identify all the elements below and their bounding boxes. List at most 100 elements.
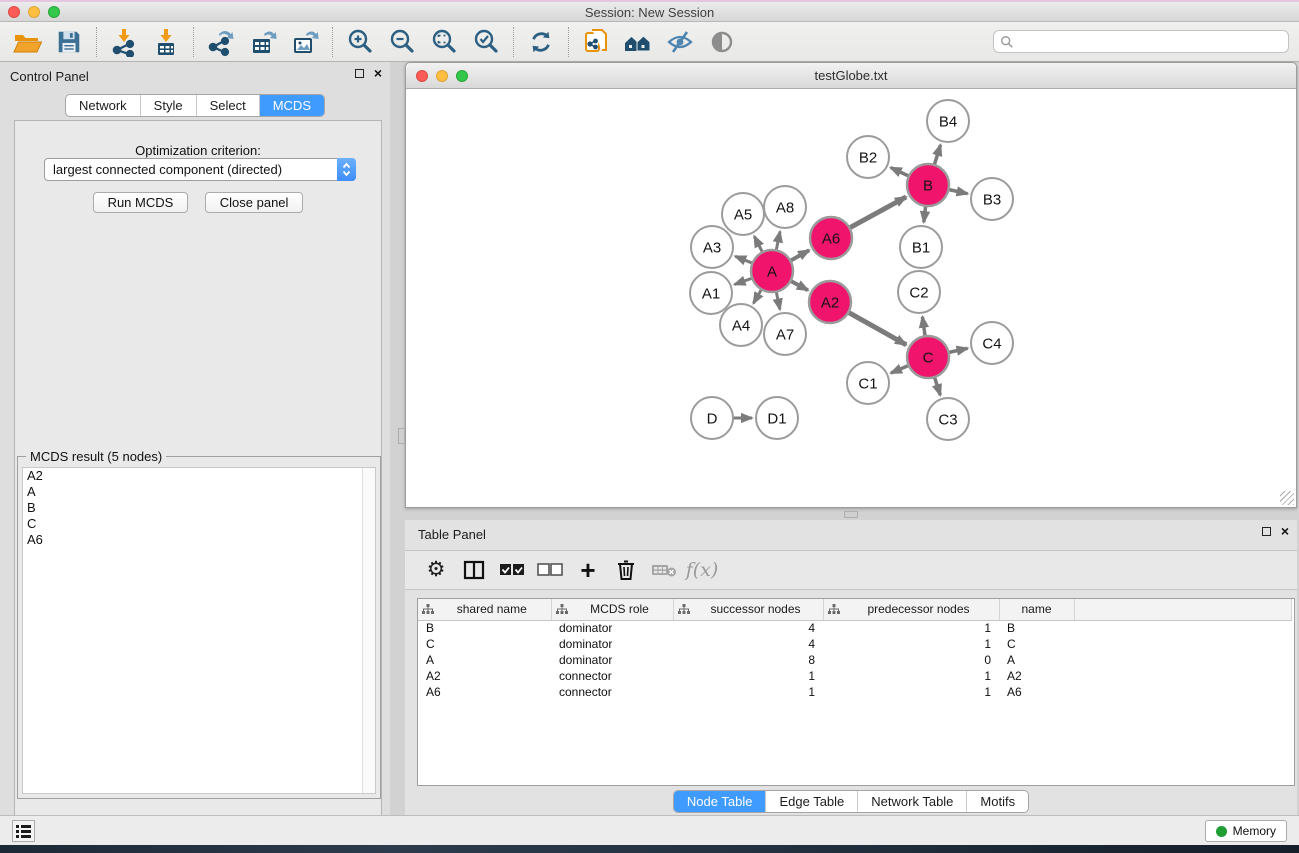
graph-edge-C-C2[interactable]	[922, 317, 925, 336]
task-history-button[interactable]	[12, 820, 35, 842]
network-canvas[interactable]: A5A8A3A1A4A7AA6A2B2B4BB3B1C2CC4C1C3DD1	[406, 89, 1296, 507]
mcds-result-item[interactable]: B	[23, 500, 375, 516]
add-column-button[interactable]: +	[571, 554, 605, 586]
graph-edge-B-B2[interactable]	[891, 168, 909, 177]
column-header-successor-nodes[interactable]: successor nodes	[673, 599, 823, 620]
open-session-button[interactable]	[6, 25, 48, 59]
function-builder-button[interactable]: f(x)	[685, 554, 719, 586]
tab-node-table[interactable]: Node Table	[674, 791, 766, 812]
table-cell[interactable]: 1	[823, 668, 999, 684]
close-panel-icon[interactable]: ×	[374, 69, 382, 78]
table-cell[interactable]: 1	[823, 620, 999, 636]
table-cell[interactable]: B	[418, 620, 551, 636]
split-handle-horizontal[interactable]	[844, 511, 858, 518]
run-mcds-button[interactable]: Run MCDS	[93, 192, 189, 213]
float-panel-icon[interactable]	[1262, 527, 1271, 536]
column-header-shared-name[interactable]: shared name	[418, 599, 551, 620]
table-cell[interactable]: dominator	[551, 652, 673, 668]
tab-select[interactable]: Select	[196, 95, 259, 116]
tab-edge-table[interactable]: Edge Table	[765, 791, 857, 812]
table-cell[interactable]: connector	[551, 668, 673, 684]
graph-edge-A2-C[interactable]	[848, 312, 906, 344]
table-row[interactable]: A6connector11A6	[418, 684, 1291, 700]
table-row[interactable]: Cdominator41C	[418, 636, 1291, 652]
graph-edge-B-B1[interactable]	[924, 206, 926, 222]
select-all-columns-button[interactable]	[495, 554, 529, 586]
table-cell[interactable]: 1	[673, 684, 823, 700]
table-cell[interactable]: dominator	[551, 636, 673, 652]
mcds-result-item[interactable]: A2	[23, 468, 375, 484]
table-row[interactable]: Bdominator41B	[418, 620, 1291, 636]
split-columns-button[interactable]	[457, 554, 491, 586]
network-window-titlebar[interactable]: testGlobe.txt	[406, 63, 1296, 89]
column-header-MCDS-role[interactable]: MCDS role	[551, 599, 673, 620]
table-cell[interactable]: A2	[999, 668, 1074, 684]
table-row[interactable]: A2connector11A2	[418, 668, 1291, 684]
table-settings-button[interactable]: ⚙	[419, 554, 453, 586]
mcds-result-item[interactable]: A	[23, 484, 375, 500]
zoom-out-button[interactable]	[381, 25, 423, 59]
table-cell[interactable]: A2	[418, 668, 551, 684]
table-row[interactable]: Adominator80A	[418, 652, 1291, 668]
delete-column-button[interactable]	[609, 554, 643, 586]
search-input[interactable]	[1018, 35, 1282, 49]
tab-motifs[interactable]: Motifs	[966, 791, 1028, 812]
neighborhood-button[interactable]	[617, 25, 659, 59]
deselect-all-columns-button[interactable]	[533, 554, 567, 586]
table-cell[interactable]: connector	[551, 684, 673, 700]
import-network-button[interactable]	[103, 25, 145, 59]
table-cell[interactable]: B	[999, 620, 1074, 636]
float-panel-icon[interactable]	[355, 69, 364, 78]
zoom-selected-button[interactable]	[465, 25, 507, 59]
column-header-name[interactable]: name	[999, 599, 1074, 620]
table-cell[interactable]: 1	[823, 684, 999, 700]
graph-edge-B-B4[interactable]	[934, 145, 940, 165]
table-cell[interactable]: 8	[673, 652, 823, 668]
show-graphics-details-button[interactable]	[701, 25, 743, 59]
graph-edge-A-A4[interactable]	[753, 289, 761, 303]
table-cell[interactable]: 1	[823, 636, 999, 652]
table-cell[interactable]: A	[999, 652, 1074, 668]
table-cell[interactable]: dominator	[551, 620, 673, 636]
tab-mcds[interactable]: MCDS	[259, 95, 324, 116]
scrollbar-track[interactable]	[362, 468, 375, 793]
memory-button[interactable]: Memory	[1205, 820, 1287, 842]
graph-edge-C-C4[interactable]	[949, 348, 968, 352]
graph-edge-A6-B[interactable]	[849, 197, 906, 228]
graph-edge-A-A6[interactable]	[790, 250, 809, 261]
new-network-from-selection-button[interactable]	[575, 25, 617, 59]
zoom-in-button[interactable]	[339, 25, 381, 59]
graph-edge-A-A1[interactable]	[735, 278, 753, 284]
graph-edge-A-A3[interactable]	[735, 256, 752, 263]
export-image-button[interactable]	[284, 25, 326, 59]
table-cell[interactable]: 1	[673, 668, 823, 684]
criterion-dropdown[interactable]: largest connected component (directed)	[44, 158, 356, 181]
table-cell[interactable]: 4	[673, 636, 823, 652]
resize-grip[interactable]	[1280, 491, 1294, 505]
graph-edge-A-A5[interactable]	[754, 236, 762, 252]
graph-edge-A-A2[interactable]	[791, 281, 808, 290]
save-session-button[interactable]	[48, 25, 90, 59]
table-cell[interactable]: A6	[999, 684, 1074, 700]
table-cell[interactable]: C	[418, 636, 551, 652]
graph-edge-A-A7[interactable]	[776, 292, 780, 310]
graph-edge-A-A8[interactable]	[776, 231, 780, 250]
delete-table-button[interactable]	[647, 554, 681, 586]
zoom-fit-button[interactable]	[423, 25, 465, 59]
graph-edge-C-C3[interactable]	[934, 377, 940, 395]
export-network-button[interactable]	[200, 25, 242, 59]
graph-edge-B-B3[interactable]	[949, 189, 968, 193]
table-cell[interactable]: A6	[418, 684, 551, 700]
mcds-result-item[interactable]: C	[23, 516, 375, 532]
mcds-result-item[interactable]: A6	[23, 532, 375, 548]
export-table-button[interactable]	[242, 25, 284, 59]
table-cell[interactable]: 0	[823, 652, 999, 668]
tab-network-table[interactable]: Network Table	[857, 791, 966, 812]
column-header-predecessor-nodes[interactable]: predecessor nodes	[823, 599, 999, 620]
refresh-button[interactable]	[520, 25, 562, 59]
tab-network[interactable]: Network	[66, 95, 140, 116]
table-cell[interactable]: C	[999, 636, 1074, 652]
table-cell[interactable]: A	[418, 652, 551, 668]
close-panel-icon[interactable]: ×	[1281, 527, 1289, 536]
graph-edge-C-C1[interactable]	[891, 365, 909, 373]
